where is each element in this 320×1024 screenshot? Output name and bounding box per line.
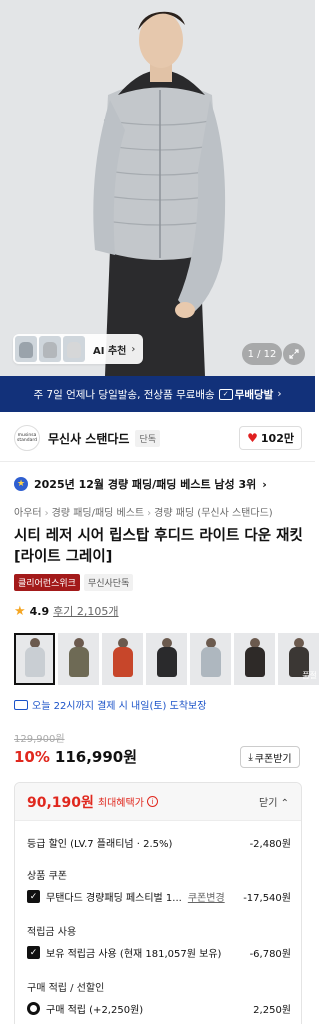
jacket-figure (25, 647, 45, 677)
grade-discount-row: 등급 할인 (LV.7 플래티넘 · 2.5%) -2,480원 (27, 835, 291, 850)
shipping-badge-label: 무배당발 (234, 388, 274, 401)
color-thumbnail[interactable] (190, 633, 231, 685)
product-hero-image[interactable]: AI 추천 › 1 / 12 (0, 0, 315, 376)
coupon-label: 무탠다드 경량패딩 페스티벌 1... (46, 893, 182, 904)
breadcrumb-item[interactable]: 경량 패딩 (무신사 스탠다드) (154, 508, 273, 519)
earn-amount: 2,250원 (253, 1005, 291, 1016)
product-photo (0, 0, 315, 376)
divider (0, 461, 315, 462)
medal-icon: ★ (14, 477, 28, 491)
ai-recommend-button[interactable]: AI 추천 › (13, 334, 144, 364)
coupon-checkbox[interactable]: ✓ (27, 890, 40, 903)
jacket-figure (157, 647, 177, 677)
max-benefit-panel: 90,190원 최대혜택가 i 닫기 ⌃ 등급 할인 (LV.7 플래티넘 · … (14, 782, 302, 1024)
breadcrumb: 아우터 › 경량 패딩/패딩 베스트 › 경량 패딩 (무신사 스탠다드) (14, 508, 273, 519)
jacket-figure (201, 647, 221, 677)
jacket-figure (69, 647, 89, 677)
current-price: 116,990원 (54, 748, 138, 766)
color-thumbnail[interactable] (58, 633, 99, 685)
jacket-figure (245, 647, 265, 677)
ai-thumb-1 (15, 336, 37, 362)
image-counter: 1 / 12 (242, 343, 282, 365)
collapse-button[interactable]: 닫기 ⌃ (259, 794, 289, 809)
points-section-title: 적립금 사용 (27, 927, 77, 938)
coupon-amount: -17,540원 (243, 893, 291, 904)
shipping-badge: ✓ 무배당발 (218, 387, 274, 402)
color-thumbnail[interactable] (234, 633, 275, 685)
color-thumbnail[interactable] (146, 633, 187, 685)
max-benefit-label: 최대혜택가 (97, 798, 144, 809)
brand-name[interactable]: 무신사 스탠다드 (48, 430, 129, 447)
exclusive-tag: 무신사단독 (83, 574, 134, 591)
earn-section-title: 구매 적립 / 선할인 (27, 983, 105, 994)
earn-radio[interactable] (27, 1002, 40, 1015)
shipping-banner[interactable]: 주 7일 언제나 당일발송, 전상품 무료배송 ✓ 무배당발 › (0, 376, 315, 412)
original-price: 129,900원 (14, 734, 65, 745)
shipping-banner-text: 주 7일 언제나 당일발송, 전상품 무료배송 (33, 388, 215, 401)
ai-thumb-3 (63, 336, 85, 362)
change-coupon-link[interactable]: 쿠폰변경 (188, 889, 225, 904)
collapse-label: 닫기 (259, 798, 278, 809)
points-amount: -6,780원 (249, 949, 291, 960)
grade-discount-amount: -2,480원 (249, 839, 291, 850)
points-row[interactable]: ✓ 보유 적립금 사용 (현재 181,057원 보유) -6,780원 (27, 945, 291, 960)
like-button[interactable]: ♥ 102만 (239, 426, 302, 450)
product-tags: 클리어런스위크 무신사단독 (14, 574, 134, 591)
expand-icon[interactable] (283, 343, 305, 365)
chevron-right-icon: › (131, 343, 136, 355)
chevron-right-icon: › (262, 477, 267, 491)
breadcrumb-item[interactable]: 아우터 (14, 508, 42, 519)
earn-row[interactable]: 구매 적립 (+2,250원) 2,250원 (27, 1001, 291, 1016)
delivery-text: 오늘 22시까지 결제 시 내일(토) 도착보장 (32, 701, 207, 712)
brand-logo-line2: standard (17, 438, 37, 443)
thumbnail-overlay-label: 품절 (302, 671, 317, 680)
product-title: 시티 레저 시어 립스탑 후디드 라이트 다운 재킷 [라이트 그레이] (14, 528, 303, 565)
color-thumbnails: 품절 (14, 633, 319, 685)
points-checkbox[interactable]: ✓ (27, 946, 40, 959)
coupon-section-title: 상품 쿠폰 (27, 871, 67, 882)
points-label: 보유 적립금 사용 (현재 181,057원 보유) (46, 949, 222, 960)
discount-rate: 10% (14, 748, 50, 766)
max-benefit-price: 90,190원 (27, 794, 94, 811)
star-icon: ★ (14, 603, 26, 619)
ai-recommend-label: AI 추천 (93, 345, 127, 357)
review-count-link[interactable]: 후기 2,105개 (53, 603, 118, 619)
ai-thumb-2 (39, 336, 61, 362)
jacket-figure (113, 647, 133, 677)
chevron-right-icon: › (277, 388, 282, 400)
download-icon: ⤓ (248, 751, 253, 763)
price-row: 10% 116,990원 (14, 746, 137, 767)
brand-logo: musinsa standard (14, 425, 40, 451)
rating-row[interactable]: ★ 4.9 후기 2,105개 (14, 603, 119, 619)
benefit-header[interactable]: 90,190원 최대혜택가 i 닫기 ⌃ (15, 783, 301, 821)
info-icon[interactable]: i (146, 796, 158, 807)
get-coupon-button[interactable]: ⤓ 쿠폰받기 (240, 746, 300, 768)
ranking-row[interactable]: ★ 2025년 12월 경량 패딩/패딩 베스트 남성 3위 › (14, 476, 267, 492)
rating-value: 4.9 (29, 604, 50, 618)
breadcrumb-item[interactable]: 경량 패딩/패딩 베스트 (52, 508, 145, 519)
color-thumbnail[interactable]: 품절 (278, 633, 319, 685)
brand-row[interactable]: musinsa standard 무신사 스탠다드 단독 ♥ 102만 (14, 423, 302, 453)
brand-exclusive-tag: 단독 (135, 429, 161, 447)
like-count: 102만 (260, 432, 294, 445)
color-thumbnail[interactable] (102, 633, 143, 685)
coupon-button-label: 쿠폰받기 (254, 753, 292, 765)
color-thumbnail[interactable] (14, 633, 55, 685)
delivery-guarantee: 오늘 22시까지 결제 시 내일(토) 도착보장 (14, 697, 206, 712)
clearance-tag: 클리어런스위크 (14, 574, 80, 591)
coupon-row[interactable]: ✓ 무탠다드 경량패딩 페스티벌 1... 쿠폰변경 -17,540원 (27, 889, 291, 904)
grade-discount-label: 등급 할인 (LV.7 플래티넘 · 2.5%) (27, 839, 173, 850)
earn-label: 구매 적립 (+2,250원) (46, 1005, 144, 1016)
ranking-text: 2025년 12월 경량 패딩/패딩 베스트 남성 3위 (34, 478, 257, 491)
heart-icon: ♥ (247, 431, 258, 445)
box-icon: ✓ (218, 388, 233, 400)
truck-icon (14, 699, 28, 710)
